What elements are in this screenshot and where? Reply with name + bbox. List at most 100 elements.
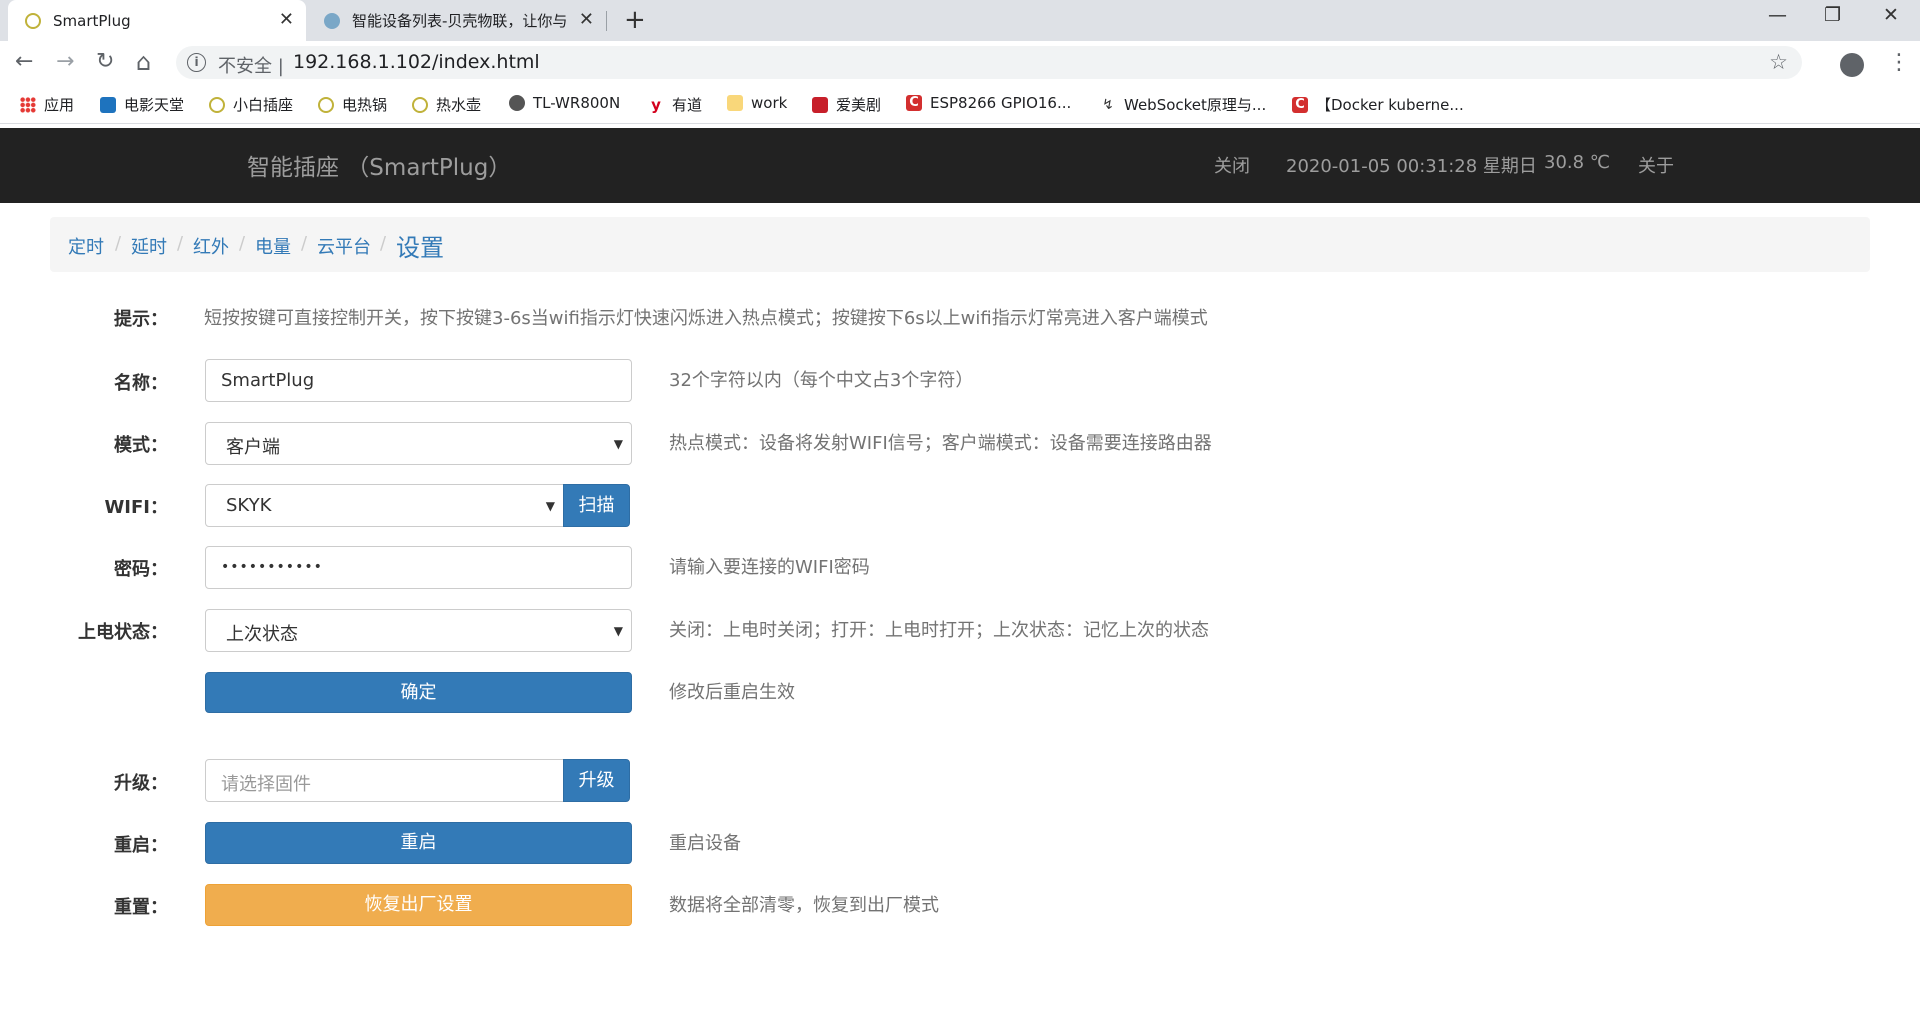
reset-help: 数据将全部清零，恢复到出厂模式: [669, 895, 939, 916]
bookmark-tlwr800n[interactable]: TL-WR800N: [509, 94, 620, 112]
bookmark-label: 有道: [672, 96, 703, 114]
security-label[interactable]: 不安全 |: [218, 52, 284, 78]
tab-title: 智能设备列表-贝壳物联，让你与: [352, 12, 568, 30]
bookmarks-bar: 应用 电影天堂 小白插座 电热锅 热水壶 TL-WR800N y 有道 work …: [0, 84, 1920, 124]
bookmark-xiaobai[interactable]: 小白插座: [209, 94, 293, 115]
minimize-icon[interactable]: —: [1768, 4, 1787, 26]
firmware-file-input[interactable]: 请选择固件: [205, 759, 564, 802]
new-tab-button[interactable]: +: [624, 6, 646, 34]
plug-icon: [318, 96, 334, 113]
breadcrumb-item-infrared[interactable]: 红外: [193, 233, 229, 259]
window-close-icon[interactable]: ✕: [1883, 4, 1899, 26]
bookmark-label: 爱美剧: [836, 96, 882, 114]
bookmark-dianreguo[interactable]: 电热锅: [318, 94, 387, 115]
film-icon: [100, 96, 116, 113]
name-help: 32个字符以内（每个中文占3个字符）: [669, 370, 974, 391]
breadcrumb-separator: /: [239, 233, 246, 254]
nav-temperature: 30.8 ℃: [1544, 152, 1611, 173]
wifi-select[interactable]: SKYK ▼: [205, 484, 564, 527]
bookmark-label: 【Docker kuberne...: [1316, 96, 1464, 114]
reload-icon[interactable]: ↻: [96, 49, 114, 75]
navbar-brand[interactable]: 智能插座 （SmartPlug）: [247, 148, 511, 182]
upgrade-label: 升级：: [114, 773, 168, 794]
power-state-selected-value: 上次状态: [226, 624, 298, 645]
apps-icon: [20, 96, 36, 113]
breadcrumb-item-cloud[interactable]: 云平台: [317, 233, 371, 259]
chevron-down-icon: ▼: [613, 437, 623, 451]
browser-menu-icon[interactable]: ⋮: [1888, 50, 1910, 75]
bookmark-label: 应用: [44, 96, 75, 114]
password-label: 密码：: [114, 559, 168, 580]
url-text[interactable]: 192.168.1.102/index.html: [293, 51, 540, 73]
bookmark-docker[interactable]: C 【Docker kuberne...: [1292, 94, 1464, 115]
aimeiju-icon: [812, 96, 828, 113]
bookmark-aimeiju[interactable]: 爱美剧: [812, 94, 881, 115]
breadcrumb-item-delay[interactable]: 延时: [131, 233, 167, 259]
plug-icon: [209, 96, 225, 113]
password-help: 请输入要连接的WIFI密码: [669, 557, 870, 578]
scan-button[interactable]: 扫描: [563, 484, 630, 527]
breadcrumb-separator: /: [380, 233, 387, 254]
profile-avatar-icon[interactable]: [1840, 53, 1864, 77]
websocket-icon: ↯: [1100, 96, 1116, 113]
breadcrumb-separator: /: [301, 233, 308, 254]
power-state-help: 关闭：上电时关闭；打开：上电时打开；上次状态：记忆上次的状态: [669, 620, 1209, 641]
mode-select[interactable]: 客户端 ▼: [205, 422, 632, 465]
folder-icon: [727, 95, 743, 111]
bookmark-youdao[interactable]: y 有道: [648, 94, 702, 115]
restore-icon[interactable]: ❐: [1824, 4, 1841, 26]
globe-icon: [509, 95, 525, 111]
close-tab-icon[interactable]: ✕: [579, 10, 594, 30]
csdn-icon: C: [1292, 96, 1308, 113]
csdn-icon: C: [906, 95, 922, 111]
address-bar[interactable]: i 不安全 | 192.168.1.102/index.html ☆: [176, 46, 1802, 79]
bookmark-star-icon[interactable]: ☆: [1769, 50, 1788, 74]
browser-toolbar: ← → ↻ ⌂ i 不安全 | 192.168.1.102/index.html…: [0, 41, 1920, 84]
nav-about[interactable]: 关于: [1638, 152, 1674, 178]
reboot-label: 重启：: [114, 835, 168, 856]
browser-tab-bar: SmartPlug ✕ 智能设备列表-贝壳物联，让你与 ✕ + — ❐ ✕: [0, 0, 1920, 41]
password-input[interactable]: •••••••••••: [205, 546, 632, 589]
youdao-icon: y: [648, 96, 664, 113]
nav-datetime: 2020-01-05 00:31:28 星期日: [1286, 156, 1537, 177]
bookmark-label: 小白插座: [233, 96, 294, 114]
chevron-down-icon: ▼: [613, 624, 623, 638]
factory-reset-button[interactable]: 恢复出厂设置: [205, 884, 632, 926]
mode-label: 模式：: [114, 435, 168, 456]
mode-help: 热点模式：设备将发射WIFI信号；客户端模式：设备需要连接路由器: [669, 433, 1212, 454]
upgrade-button[interactable]: 升级: [563, 759, 630, 802]
tab-smartplug[interactable]: SmartPlug ✕: [8, 0, 306, 41]
bookmark-label: 热水壶: [436, 96, 482, 114]
tip-label: 提示：: [114, 309, 168, 330]
power-state-label: 上电状态：: [78, 622, 168, 643]
nav-status[interactable]: 关闭: [1214, 152, 1250, 178]
plug-icon: [25, 12, 41, 29]
bookmark-esp8266[interactable]: C ESP8266 GPIO16...: [906, 94, 1071, 112]
breadcrumb-item-power[interactable]: 电量: [255, 233, 291, 259]
wifi-label: WIFI：: [104, 497, 168, 518]
confirm-button[interactable]: 确定: [205, 672, 632, 713]
info-icon[interactable]: i: [187, 53, 206, 72]
home-icon[interactable]: ⌂: [136, 49, 151, 75]
back-icon[interactable]: ←: [15, 49, 33, 75]
bookmark-apps[interactable]: 应用: [20, 94, 74, 115]
bookmark-websocket[interactable]: ↯ WebSocket原理与...: [1100, 94, 1266, 115]
confirm-help: 修改后重启生效: [669, 682, 795, 703]
close-tab-icon[interactable]: ✕: [279, 10, 294, 30]
breadcrumb-item-timer[interactable]: 定时: [68, 233, 104, 259]
tab-bigiot[interactable]: 智能设备列表-贝壳物联，让你与 ✕: [306, 0, 606, 41]
name-input[interactable]: SmartPlug: [205, 359, 632, 402]
bookmark-reshuihu[interactable]: 热水壶: [412, 94, 481, 115]
bookmark-dytt[interactable]: 电影天堂: [100, 94, 184, 115]
breadcrumb-active-settings: 设置: [396, 234, 444, 262]
tip-text: 短按按键可直接控制开关，按下按键3-6s当wifi指示灯快速闪烁进入热点模式；按…: [204, 308, 1208, 329]
breadcrumb: 定时 / 延时 / 红外 / 电量 / 云平台 / 设置: [50, 217, 1870, 272]
bookmark-label: work: [751, 94, 788, 112]
reboot-help: 重启设备: [669, 833, 741, 854]
firmware-placeholder: 请选择固件: [221, 774, 311, 795]
forward-icon[interactable]: →: [56, 49, 74, 75]
power-state-select[interactable]: 上次状态 ▼: [205, 609, 632, 652]
bookmark-work[interactable]: work: [727, 94, 787, 112]
name-label: 名称：: [114, 373, 168, 394]
reboot-button[interactable]: 重启: [205, 822, 632, 864]
